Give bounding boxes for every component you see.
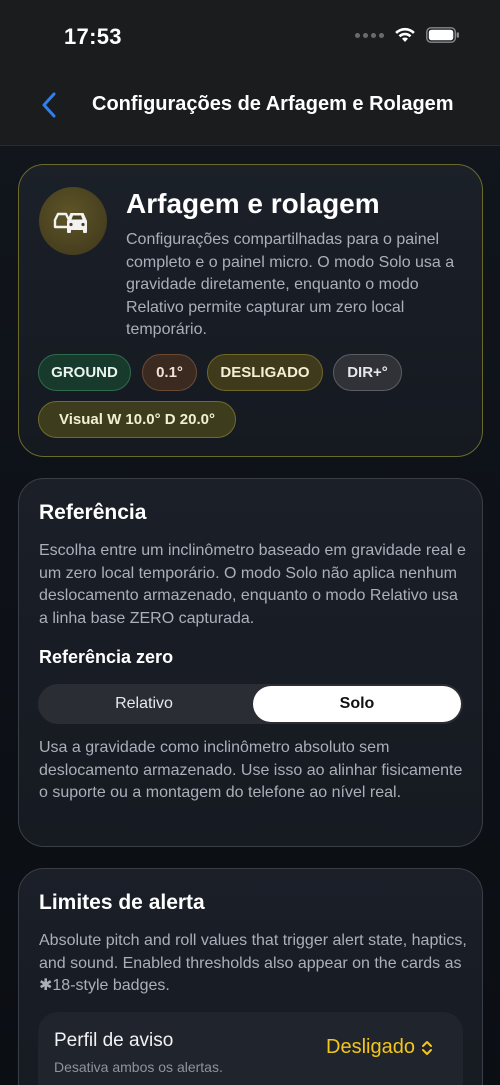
zero-reference-help: Usa a gravidade como inclinômetro absolu…: [39, 739, 463, 801]
zero-reference-label: Referência zero: [39, 647, 174, 667]
card-description: Configurações compartilhadas para o pain…: [126, 231, 455, 338]
alert-limits-card: Limites de alerta Absolute pitch and rol…: [18, 868, 483, 1085]
card-title: Arfagem e rolagem: [126, 188, 380, 219]
segment-solo[interactable]: Solo: [253, 686, 461, 722]
alert-limits-title: Limites de alerta: [39, 891, 205, 914]
reference-card: Referência Escolha entre um inclinômetro…: [18, 478, 483, 847]
warning-profile-picker[interactable]: Desligado: [326, 1036, 433, 1059]
navigation-bar: Configurações de Arfagem e Rolagem: [0, 70, 500, 146]
reference-title: Referência: [39, 501, 147, 524]
warning-profile-value: Desligado: [326, 1036, 415, 1058]
cellular-signal-icon: [355, 32, 384, 38]
alert-status-badge: DESLIGADO: [207, 354, 323, 391]
back-button[interactable]: [34, 90, 64, 120]
warning-profile-subtitle: Desativa ambos os alertas.: [54, 1059, 223, 1075]
wifi-icon: [395, 27, 415, 42]
screen: 17:53 Configurações de Arfagem e Rolagem: [0, 0, 500, 1085]
page-title: Configurações de Arfagem e Rolagem: [92, 93, 454, 115]
segment-relative[interactable]: Relativo: [40, 686, 248, 722]
step-badge: 0.1°: [142, 354, 197, 391]
alert-limits-description: Absolute pitch and roll values that trig…: [39, 932, 467, 994]
warning-profile-label: Perfil de aviso: [54, 1030, 174, 1051]
status-icons: [355, 27, 460, 43]
ground-badge: GROUND: [38, 354, 131, 391]
direction-badge: DIR+°: [333, 354, 402, 391]
warning-profile-row[interactable]: Perfil de aviso Desativa ambos os alerta…: [38, 1012, 463, 1085]
battery-icon: [426, 27, 459, 43]
summary-card: Arfagem e rolagem Configurações comparti…: [18, 164, 483, 457]
zero-reference-segmented-control: Relativo Solo: [38, 684, 463, 724]
status-bar: 17:53: [0, 0, 500, 70]
status-time: 17:53: [64, 24, 122, 49]
visual-thresholds-badge: Visual W 10.0° D 20.0°: [38, 401, 236, 438]
chevron-left-icon: [42, 92, 56, 118]
reference-description: Escolha entre um inclinômetro baseado em…: [39, 542, 466, 627]
chevron-up-down-icon: [422, 1040, 432, 1055]
car-icon: [39, 187, 107, 255]
